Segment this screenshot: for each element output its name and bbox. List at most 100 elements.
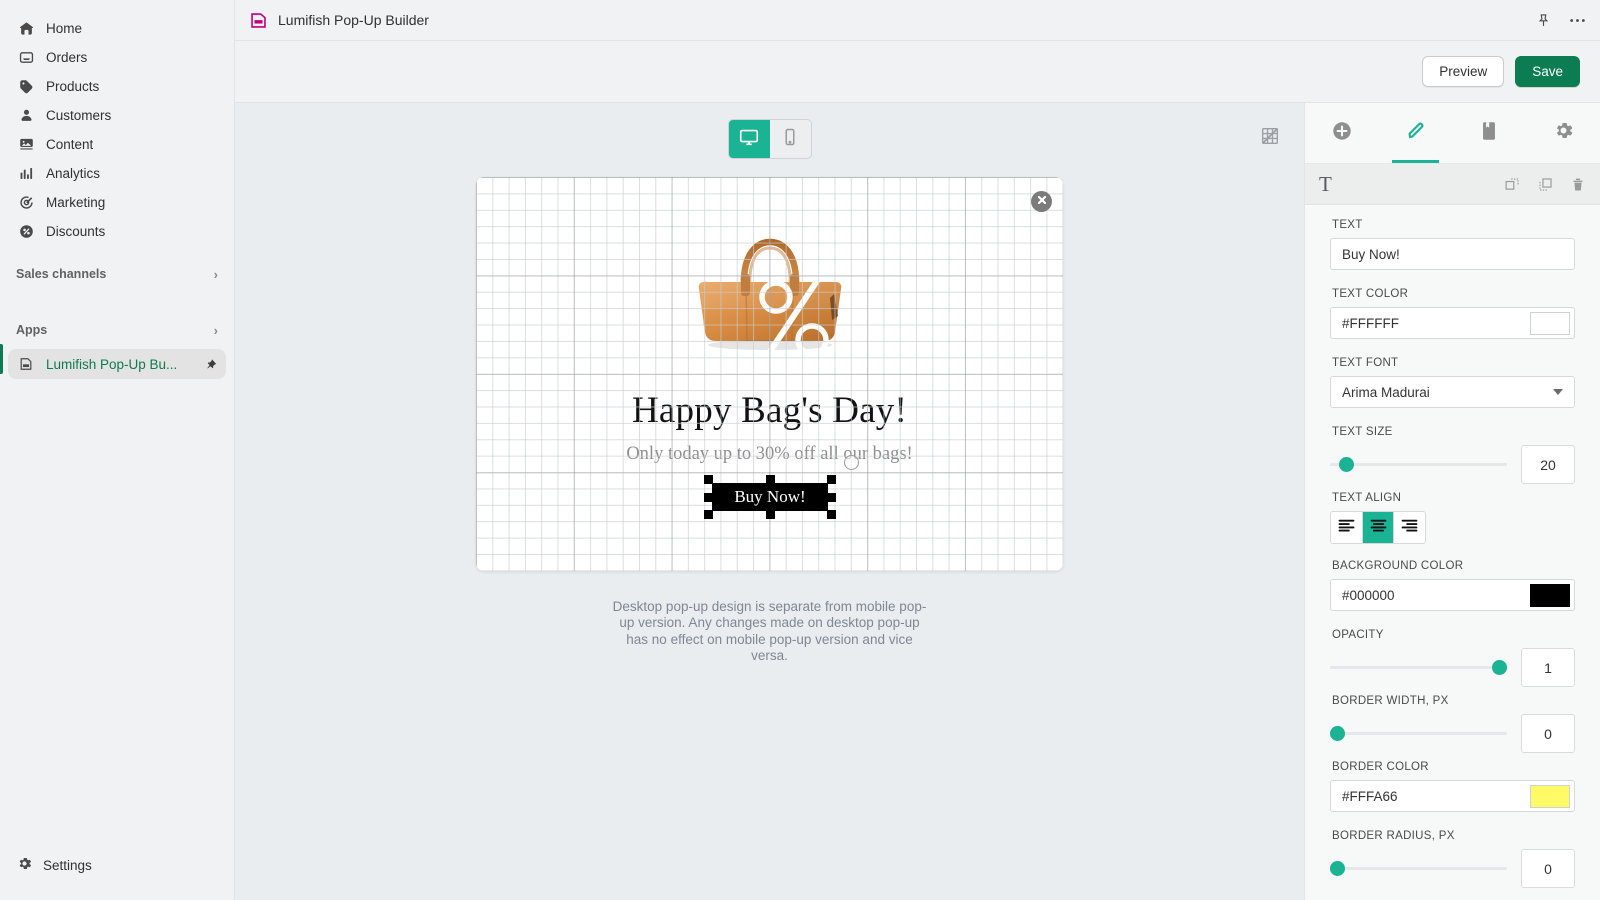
device-desktop-button[interactable]: [728, 120, 770, 158]
duplicate-icon[interactable]: [1537, 176, 1554, 193]
resize-handle-top-right[interactable]: [827, 475, 836, 484]
resize-handle-middle-right[interactable]: [827, 492, 836, 502]
popup-image[interactable]: [476, 225, 1063, 380]
border-radius-value[interactable]: 0: [1521, 849, 1575, 888]
text-size-slider[interactable]: [1330, 450, 1507, 480]
plus-circle-icon: [1331, 120, 1353, 147]
text-font-select[interactable]: Arima Madurai: [1330, 376, 1575, 408]
resize-handle-top-left[interactable]: [704, 475, 713, 484]
grid-off-icon: [1259, 125, 1281, 152]
sidebar: Home Orders Products Customers Content A…: [0, 0, 235, 900]
background-color-row[interactable]: #000000: [1330, 579, 1575, 611]
main-area: Lumifish Pop-Up Builder Preview Save Hap…: [235, 0, 1600, 900]
text-color-row[interactable]: #FFFFFF: [1330, 307, 1575, 339]
device-mobile-button[interactable]: [770, 120, 811, 158]
sidebar-item-content[interactable]: Content: [8, 130, 226, 159]
save-button[interactable]: Save: [1515, 56, 1580, 87]
field-label: TEXT SIZE: [1332, 426, 1393, 438]
slider-knob[interactable]: [1338, 457, 1354, 472]
slider-knob[interactable]: [1330, 726, 1345, 741]
border-width-slider[interactable]: [1330, 719, 1507, 749]
opacity-value[interactable]: 1: [1521, 648, 1575, 687]
tab-edit[interactable]: [1379, 103, 1453, 163]
border-color-row[interactable]: #FFFA66: [1330, 780, 1575, 812]
popup-close-button[interactable]: [1031, 191, 1052, 212]
element-toolbar: T: [1305, 164, 1600, 205]
popup-canvas[interactable]: Happy Bag's Day! Only today up to 30% of…: [476, 177, 1063, 571]
tab-add[interactable]: [1305, 103, 1379, 163]
sidebar-item-products[interactable]: Products: [8, 72, 226, 101]
rotate-handle[interactable]: [844, 455, 859, 470]
border-radius-row: 0: [1330, 849, 1575, 888]
sidebar-item-settings[interactable]: Settings: [0, 850, 235, 880]
trash-icon[interactable]: [1570, 176, 1586, 193]
align-center-button[interactable]: [1362, 512, 1395, 543]
sidebar-item-label: Products: [46, 79, 100, 94]
slider-knob[interactable]: [1492, 660, 1507, 675]
resize-handle-top-center[interactable]: [765, 475, 775, 484]
slider-knob[interactable]: [1330, 861, 1345, 876]
more-horizontal-icon[interactable]: [1569, 18, 1586, 23]
marketing-target-icon: [16, 193, 36, 213]
align-left-icon: [1338, 519, 1355, 537]
tab-settings[interactable]: [1526, 103, 1600, 163]
field-label: OPACITY: [1332, 629, 1384, 641]
sidebar-item-analytics[interactable]: Analytics: [8, 159, 226, 188]
popup-subline[interactable]: Only today up to 30% off all our bags!: [476, 444, 1063, 465]
popup-headline[interactable]: Happy Bag's Day!: [476, 389, 1063, 432]
align-right-button[interactable]: [1394, 512, 1425, 543]
sidebar-item-label: Settings: [43, 857, 92, 873]
sidebar-item-home[interactable]: Home: [8, 14, 226, 43]
active-indicator-bar: [0, 344, 3, 374]
topbar-actions: [1536, 13, 1586, 28]
popup-button-selection[interactable]: Buy Now!: [704, 475, 836, 519]
desktop-monitor-icon: [738, 126, 760, 153]
tab-templates[interactable]: [1453, 103, 1527, 163]
resize-handle-bottom-right[interactable]: [827, 510, 836, 519]
border-radius-slider[interactable]: [1330, 854, 1507, 884]
resize-handle-middle-left[interactable]: [704, 492, 713, 502]
resize-handle-bottom-center[interactable]: [765, 510, 775, 519]
border-color-swatch[interactable]: [1530, 784, 1570, 808]
sidebar-section-apps[interactable]: Apps ›: [8, 316, 226, 344]
background-color-swatch[interactable]: [1530, 583, 1570, 607]
chevron-down-icon: [1553, 389, 1563, 395]
resize-handle-bottom-left[interactable]: [704, 510, 713, 519]
text-size-value[interactable]: 20: [1521, 445, 1575, 484]
text-input[interactable]: Buy Now!: [1330, 238, 1575, 270]
send-to-back-icon[interactable]: [1504, 176, 1521, 193]
work-area: Happy Bag's Day! Only today up to 30% of…: [235, 103, 1600, 900]
slider-track: [1330, 463, 1507, 466]
field-label: BORDER WIDTH, PX: [1332, 695, 1449, 707]
text-font-value: Arima Madurai: [1342, 384, 1430, 400]
pin-icon[interactable]: [202, 356, 218, 372]
sidebar-item-customers[interactable]: Customers: [8, 101, 226, 130]
sidebar-item-discounts[interactable]: Discounts: [8, 217, 226, 246]
field-background-color: BACKGROUND COLOR #000000: [1330, 560, 1575, 611]
border-width-value[interactable]: 0: [1521, 714, 1575, 753]
slider-track: [1330, 666, 1507, 669]
opacity-slider[interactable]: [1330, 653, 1507, 683]
text-color-swatch[interactable]: [1530, 311, 1570, 335]
slider-track: [1330, 732, 1507, 735]
sidebar-item-label: Orders: [46, 50, 88, 65]
pin-icon[interactable]: [1536, 13, 1551, 28]
home-icon: [16, 19, 36, 39]
chevron-right-icon: ›: [213, 322, 218, 338]
preview-button[interactable]: Preview: [1422, 56, 1505, 87]
sidebar-section-label: Sales channels: [16, 267, 107, 281]
text-size-row: 20: [1330, 445, 1575, 484]
leather-bag-with-percent-icon: [698, 238, 841, 357]
app-icon: [16, 354, 36, 374]
grid-toggle-button[interactable]: [1258, 126, 1282, 150]
sidebar-section-sales-channels[interactable]: Sales channels ›: [8, 260, 226, 288]
align-left-button[interactable]: [1331, 512, 1363, 543]
mobile-phone-icon: [780, 127, 800, 152]
sidebar-item-orders[interactable]: Orders: [8, 43, 226, 72]
chevron-right-icon: ›: [213, 266, 218, 282]
sidebar-item-marketing[interactable]: Marketing: [8, 188, 226, 217]
sidebar-nav-list: Home Orders Products Customers Content A…: [0, 0, 234, 246]
popup-cta-button[interactable]: Buy Now!: [712, 483, 828, 511]
sidebar-item-lumifish-popup-builder[interactable]: Lumifish Pop-Up Bu...: [8, 349, 226, 379]
